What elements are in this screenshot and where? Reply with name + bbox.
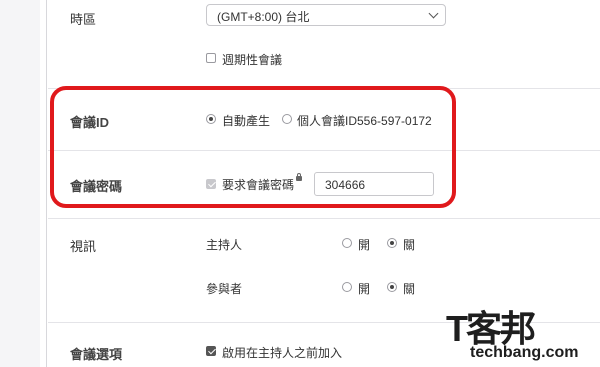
timezone-value: (GMT+8:00) 台北 (217, 10, 310, 24)
content-border (46, 0, 47, 367)
meeting-options-label: 會議選項 (70, 347, 123, 362)
video-participant-label: 參與者 (206, 282, 243, 296)
video-host-off-label: 關 (403, 238, 416, 252)
recurring-label: 週期性會議 (222, 53, 283, 67)
video-participant-off-radio[interactable] (387, 282, 397, 292)
video-participant-on-label: 開 (358, 282, 371, 296)
video-participant-off-label: 關 (403, 282, 416, 296)
chevron-down-icon (428, 8, 439, 19)
timezone-label: 時區 (70, 12, 97, 27)
join-before-host-label: 啟用在主持人之前加入 (222, 346, 343, 360)
divider (48, 218, 600, 219)
watermark-logo: T客邦 techbang.com (440, 300, 598, 364)
video-host-off-radio[interactable] (387, 238, 397, 248)
video-label: 視訊 (70, 239, 97, 254)
watermark-text: techbang.com (470, 344, 579, 361)
recurring-checkbox[interactable] (206, 53, 216, 63)
video-host-on-label: 開 (358, 238, 371, 252)
highlight-frame (50, 86, 456, 208)
video-host-label: 主持人 (206, 238, 243, 252)
video-participant-on-radio[interactable] (342, 282, 352, 292)
video-host-on-radio[interactable] (342, 238, 352, 248)
join-before-host-checkbox[interactable] (206, 346, 216, 356)
left-gutter (0, 0, 40, 367)
timezone-select[interactable]: (GMT+8:00) 台北 (206, 4, 446, 26)
